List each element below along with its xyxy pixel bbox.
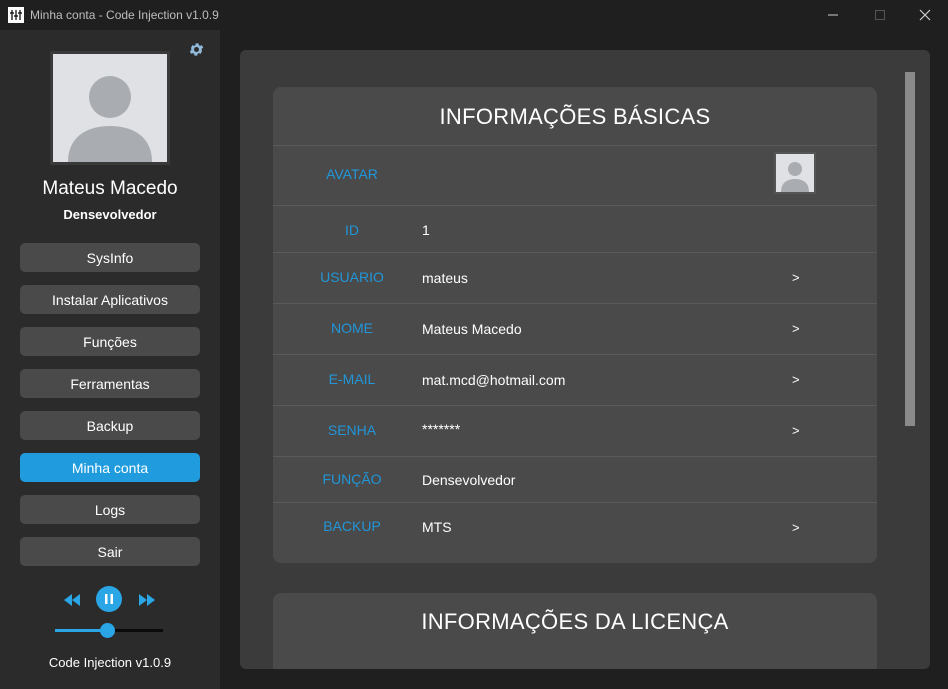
nav-my-account-button[interactable]: Minha conta (20, 453, 200, 482)
user-role: Densevolvedor (63, 207, 157, 222)
pause-icon (96, 586, 122, 612)
row-label: USUARIO (320, 269, 384, 285)
info-row-email[interactable]: E-MAIL mat.mcd@hotmail.com > (273, 354, 877, 405)
pause-button[interactable] (96, 586, 122, 617)
user-name: Mateus Macedo (42, 178, 178, 199)
chevron-right-icon[interactable]: > (792, 321, 800, 336)
volume-slider[interactable] (55, 623, 163, 638)
chevron-right-icon[interactable]: > (792, 423, 800, 438)
nav-install-apps-button[interactable]: Instalar Aplicativos (20, 285, 200, 314)
license-info-title: INFORMAÇÕES DA LICENÇA (421, 609, 729, 634)
info-row-backup[interactable]: BACKUP MTS > (273, 502, 877, 550)
chevron-right-icon[interactable]: > (792, 520, 800, 535)
row-label: E-MAIL (328, 371, 376, 387)
row-value: mateus (422, 270, 468, 286)
info-row-avatar: AVATAR (273, 145, 877, 205)
settings-gear-icon[interactable] (188, 41, 205, 58)
volume-slider-handle[interactable] (99, 623, 115, 638)
row-label: AVATAR (326, 166, 378, 182)
nav-sysinfo-button[interactable]: SysInfo (20, 243, 200, 272)
row-label: NOME (331, 320, 373, 336)
main-panel: INFORMAÇÕES BÁSICAS AVATAR ID 1 USUARIO … (240, 50, 930, 669)
basic-info-card: INFORMAÇÕES BÁSICAS AVATAR ID 1 USUARIO … (273, 87, 877, 563)
user-silhouette-icon (53, 54, 167, 162)
info-row-name[interactable]: NOME Mateus Macedo > (273, 303, 877, 354)
user-silhouette-icon (776, 154, 814, 192)
nav-backup-button[interactable]: Backup (20, 411, 200, 440)
maximize-button[interactable] (857, 0, 903, 30)
row-value: ******* (422, 421, 461, 437)
title-bar: Minha conta - Code Injection v1.0.9 (0, 0, 948, 30)
row-label: FUNÇÃO (322, 471, 382, 487)
maximize-icon (875, 10, 885, 20)
nav-logs-button[interactable]: Logs (20, 495, 200, 524)
nav-tools-button[interactable]: Ferramentas (20, 369, 200, 398)
info-row-id: ID 1 (273, 205, 877, 252)
license-info-card: INFORMAÇÕES DA LICENÇA (273, 593, 877, 669)
basic-info-title: INFORMAÇÕES BÁSICAS (439, 104, 711, 129)
row-label: SENHA (327, 422, 377, 438)
app-version: Code Injection v1.0.9 (48, 655, 172, 670)
close-icon (919, 9, 931, 21)
row-value: 1 (422, 222, 430, 238)
rewind-icon[interactable] (62, 592, 82, 613)
avatar-thumbnail[interactable] (774, 152, 816, 194)
row-value: Mateus Macedo (422, 321, 522, 337)
info-row-username[interactable]: USUARIO mateus > (273, 252, 877, 303)
app-logo-icon (8, 7, 24, 23)
nav-functions-button[interactable]: Funções (20, 327, 200, 356)
row-value: MTS (422, 519, 452, 535)
row-label: ID (345, 222, 359, 238)
close-button[interactable] (902, 0, 948, 30)
window-title: Minha conta - Code Injection v1.0.9 (30, 8, 219, 22)
profile-avatar (50, 51, 170, 165)
row-value: mat.mcd@hotmail.com (422, 372, 566, 388)
app-window: Minha conta - Code Injection v1.0.9 Mate (0, 0, 948, 689)
fast-forward-icon[interactable] (137, 592, 157, 613)
row-label: BACKUP (323, 518, 381, 534)
chevron-right-icon[interactable]: > (792, 372, 800, 387)
chevron-right-icon[interactable]: > (792, 270, 800, 285)
info-row-role: FUNÇÃO Densevolvedor (273, 456, 877, 502)
minimize-button[interactable] (810, 0, 856, 30)
sidebar: Mateus Macedo Densevolvedor SysInfo Inst… (0, 30, 220, 689)
minimize-icon (828, 14, 838, 16)
info-row-password[interactable]: SENHA ******* > (273, 405, 877, 456)
row-value: Densevolvedor (422, 472, 516, 488)
nav-exit-button[interactable]: Sair (20, 537, 200, 566)
vertical-scrollbar[interactable] (905, 72, 915, 426)
